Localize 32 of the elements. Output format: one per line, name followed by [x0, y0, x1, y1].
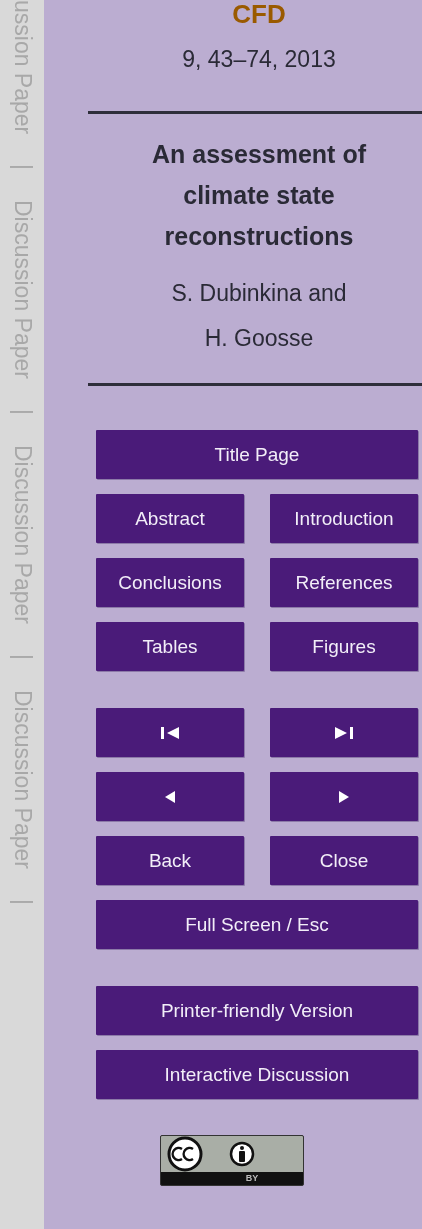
- citation: 9, 43–74, 2013: [181, 46, 337, 73]
- authors: S. Dubinkina and H. Goosse: [170, 279, 348, 353]
- nav-button[interactable]: Abstract: [96, 494, 244, 543]
- nav-button[interactable]: Conclusions: [96, 558, 244, 607]
- cc-circle-icon: [167, 1136, 203, 1172]
- paper-title: An assessment of climate state reconstructions: [151, 139, 367, 252]
- last-page-button[interactable]: [270, 708, 418, 757]
- previous-button[interactable]: [96, 772, 244, 821]
- last-page-icon: [333, 724, 355, 741]
- nav-button[interactable]: Back: [96, 836, 244, 885]
- next-button[interactable]: [270, 772, 418, 821]
- badge-label: BY: [244, 1172, 260, 1184]
- margin-text: |: [10, 164, 34, 171]
- journal-name: CFD: [231, 0, 287, 28]
- nav-button[interactable]: Tables: [96, 622, 244, 671]
- nav-button[interactable]: Printer-friendly Version: [96, 986, 418, 1035]
- nav-button[interactable]: Title Page: [96, 430, 418, 479]
- margin-text: |: [10, 409, 34, 416]
- license-badge[interactable]: BY: [160, 1135, 304, 1186]
- person-icon: [229, 1141, 255, 1167]
- first-page-icon: [159, 724, 181, 741]
- margin-text: |: [10, 654, 34, 661]
- nav-button[interactable]: Introduction: [270, 494, 418, 543]
- margin-text: |: [10, 899, 34, 906]
- right-triangle-icon: [337, 788, 351, 805]
- left-triangle-icon: [163, 788, 177, 805]
- nav-button[interactable]: Figures: [270, 622, 418, 671]
- nav-button[interactable]: Full Screen / Esc: [96, 900, 418, 949]
- nav-button[interactable]: Interactive Discussion: [96, 1050, 418, 1099]
- nav-button[interactable]: References: [270, 558, 418, 607]
- nav-button[interactable]: Close: [270, 836, 418, 885]
- first-page-button[interactable]: [96, 708, 244, 757]
